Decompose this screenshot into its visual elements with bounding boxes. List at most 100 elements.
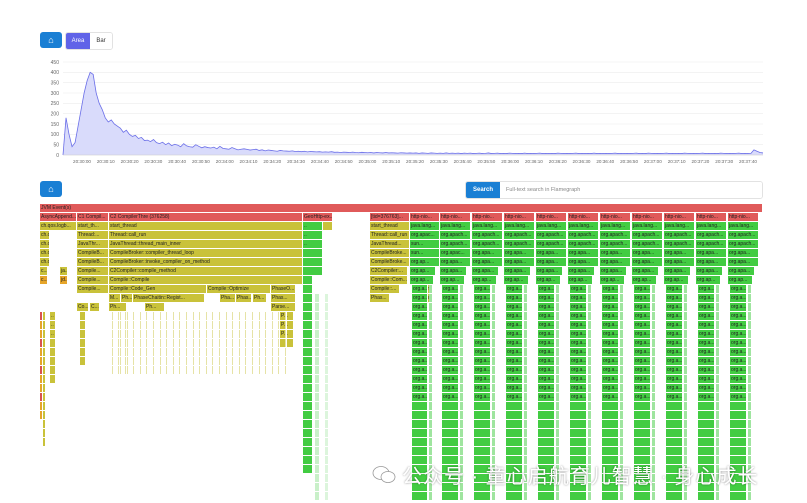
flame-frame[interactable]: [325, 357, 329, 365]
flame-frame[interactable]: [172, 357, 175, 365]
flame-frame[interactable]: [303, 393, 313, 401]
flame-frame[interactable]: org.apach...: [536, 240, 567, 248]
flame-frame[interactable]: [474, 492, 491, 500]
flame-frame[interactable]: CompileBroker::invoke_compiler_on_method: [109, 258, 303, 266]
flame-frame[interactable]: java.lang...: [472, 222, 503, 230]
flame-frame[interactable]: [315, 321, 320, 329]
flame-frame[interactable]: [205, 321, 208, 329]
flame-frame[interactable]: org.a...: [412, 294, 428, 302]
flame-frame[interactable]: [698, 447, 715, 455]
flame-frame[interactable]: [506, 492, 523, 500]
flame-frame[interactable]: [124, 330, 127, 338]
flame-frame[interactable]: org.a...: [506, 285, 523, 293]
flame-frame[interactable]: [588, 420, 592, 428]
flame-frame[interactable]: [245, 339, 248, 347]
flame-frame[interactable]: org.a...: [474, 294, 491, 302]
flame-frame[interactable]: [192, 357, 195, 365]
flame-frame[interactable]: [251, 348, 254, 356]
flame-frame[interactable]: [232, 348, 235, 356]
flame-frame[interactable]: ch.q...: [40, 231, 50, 239]
flame-frame[interactable]: [245, 366, 248, 374]
flame-frame[interactable]: org.a...: [730, 339, 747, 347]
flame-frame[interactable]: [43, 402, 46, 410]
flame-frame[interactable]: [556, 429, 560, 437]
flame-frame[interactable]: [506, 411, 523, 419]
flame-frame[interactable]: [460, 384, 464, 392]
flame-frame[interactable]: [492, 321, 496, 329]
flame-frame[interactable]: [620, 312, 624, 320]
flame-frame[interactable]: [492, 411, 496, 419]
flame-frame[interactable]: [524, 384, 528, 392]
flame-frame[interactable]: Ph...: [121, 294, 133, 302]
flame-frame[interactable]: org.a...: [602, 312, 619, 320]
flame-frame[interactable]: [232, 357, 235, 365]
flame-frame[interactable]: [666, 411, 683, 419]
flame-frame[interactable]: [205, 312, 208, 320]
flame-frame[interactable]: [303, 294, 313, 302]
flame-frame[interactable]: [199, 366, 202, 374]
flame-frame[interactable]: org.apa...: [472, 249, 503, 257]
flame-frame[interactable]: [225, 339, 228, 347]
flame-frame[interactable]: org.apa...: [536, 258, 567, 266]
flame-frame[interactable]: org.apach...: [632, 240, 663, 248]
flame-frame[interactable]: [111, 312, 114, 320]
flame-frame[interactable]: org.ap...: [410, 267, 436, 275]
flame-frame[interactable]: [588, 393, 592, 401]
flame-frame[interactable]: org.a...: [442, 321, 459, 329]
flame-frame[interactable]: [652, 312, 656, 320]
flame-frame[interactable]: [315, 312, 320, 320]
flame-frame[interactable]: [556, 294, 560, 302]
flame-frame[interactable]: [716, 321, 720, 329]
flame-frame[interactable]: org.a...: [570, 366, 587, 374]
flame-frame[interactable]: [111, 339, 114, 347]
flame-frame[interactable]: [460, 429, 464, 437]
flame-frame[interactable]: [524, 402, 528, 410]
flame-frame[interactable]: [133, 366, 136, 374]
flame-frame[interactable]: [225, 330, 228, 338]
flame-frame[interactable]: Compile...: [77, 285, 109, 293]
flame-frame[interactable]: [325, 321, 329, 329]
flame-frame[interactable]: [620, 321, 624, 329]
flame-frame[interactable]: [139, 330, 142, 338]
flame-frame[interactable]: [460, 339, 464, 347]
flame-frame[interactable]: org.a...: [506, 375, 523, 383]
flame-frame[interactable]: [684, 384, 688, 392]
flame-frame[interactable]: [205, 366, 208, 374]
flame-frame[interactable]: [139, 321, 142, 329]
flame-frame[interactable]: [111, 348, 114, 356]
flame-frame[interactable]: [124, 348, 127, 356]
flame-frame[interactable]: org.apach...: [504, 231, 535, 239]
flame-frame[interactable]: [748, 294, 752, 302]
flame-frame[interactable]: ..: [303, 231, 323, 239]
flame-frame[interactable]: [620, 492, 624, 500]
flame-frame[interactable]: JavaThread::thread_main_inner: [109, 240, 303, 248]
flame-frame[interactable]: [620, 429, 624, 437]
flame-frame[interactable]: [179, 339, 182, 347]
flame-frame[interactable]: [172, 330, 175, 338]
flame-frame[interactable]: http-nio...: [664, 213, 695, 221]
flame-frame[interactable]: [126, 312, 129, 320]
flame-frame[interactable]: org.a...: [442, 294, 459, 302]
flame-frame[interactable]: http-nio...: [504, 213, 535, 221]
flame-frame[interactable]: [192, 321, 195, 329]
flame-frame[interactable]: CompileB...: [77, 249, 109, 257]
flame-frame[interactable]: [159, 321, 162, 329]
flame-frame[interactable]: [225, 348, 228, 356]
flame-frame[interactable]: org.ap...: [600, 276, 625, 284]
flame-frame[interactable]: [730, 492, 747, 500]
flame-frame[interactable]: [524, 339, 528, 347]
flame-frame[interactable]: [133, 348, 136, 356]
flame-frame[interactable]: [588, 294, 592, 302]
flame-frame[interactable]: [506, 447, 523, 455]
flame-frame[interactable]: sun...: [410, 249, 440, 257]
flame-frame[interactable]: [303, 429, 313, 437]
flame-frame[interactable]: org.a...: [698, 285, 715, 293]
flame-frame[interactable]: [43, 420, 46, 428]
flame-frame[interactable]: [118, 339, 121, 347]
flame-frame[interactable]: [278, 348, 281, 356]
flame-frame[interactable]: [271, 339, 274, 347]
flame-frame[interactable]: [556, 438, 560, 446]
flame-frame[interactable]: [152, 312, 155, 320]
flame-frame[interactable]: [730, 447, 747, 455]
flame-frame[interactable]: [315, 303, 320, 311]
